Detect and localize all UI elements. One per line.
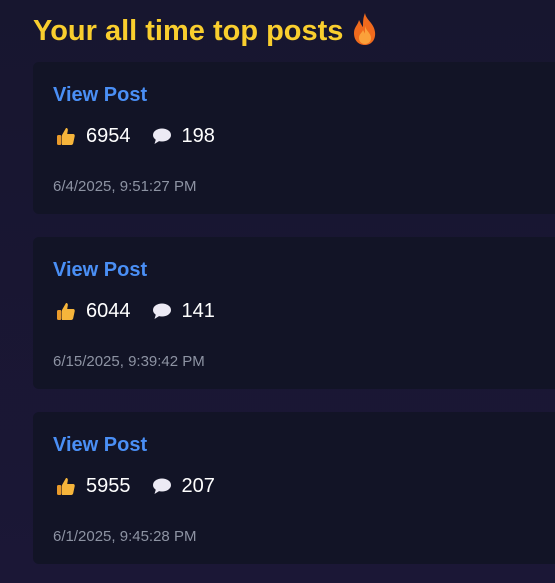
view-post-link[interactable]: View Post [53,434,147,457]
page-title-text: Your all time top posts [33,15,344,47]
likes-stat: 6954 [55,125,131,148]
page-title: Your all time top posts [33,11,379,51]
thumbs-up-icon [57,303,75,320]
speech-bubble-icon [152,478,171,494]
comments-count: 207 [181,474,215,497]
post-stats: 6954 198 [55,122,235,150]
thumbs-up-icon [57,478,75,495]
likes-count: 5955 [86,474,131,497]
comments-stat: 207 [151,475,215,498]
comments-count: 198 [181,124,215,147]
top-posts-page: Your all time top posts View Post 6954 1… [0,0,555,583]
post-card: View Post 6044 141 6/15/2025, 9:39:42 PM [33,237,555,389]
post-stats: 6044 141 [55,297,235,325]
post-date: 6/1/2025, 9:45:28 PM [53,528,197,545]
comments-stat: 141 [151,300,215,323]
post-card: View Post 6954 198 6/4/2025, 9:51:27 PM [33,62,555,214]
post-date: 6/15/2025, 9:39:42 PM [53,353,205,370]
view-post-link[interactable]: View Post [53,84,147,107]
view-post-link[interactable]: View Post [53,259,147,282]
likes-count: 6044 [86,299,131,322]
likes-count: 6954 [86,124,131,147]
likes-stat: 5955 [55,475,131,498]
post-card: View Post 5955 207 6/1/2025, 9:45:28 PM [33,412,555,564]
comments-stat: 198 [151,125,215,148]
post-date: 6/4/2025, 9:51:27 PM [53,178,197,195]
speech-bubble-icon [152,128,171,144]
comments-count: 141 [181,299,215,322]
likes-stat: 6044 [55,300,131,323]
fire-icon [354,13,376,45]
speech-bubble-icon [152,303,171,319]
thumbs-up-icon [57,128,75,145]
post-stats: 5955 207 [55,472,235,500]
